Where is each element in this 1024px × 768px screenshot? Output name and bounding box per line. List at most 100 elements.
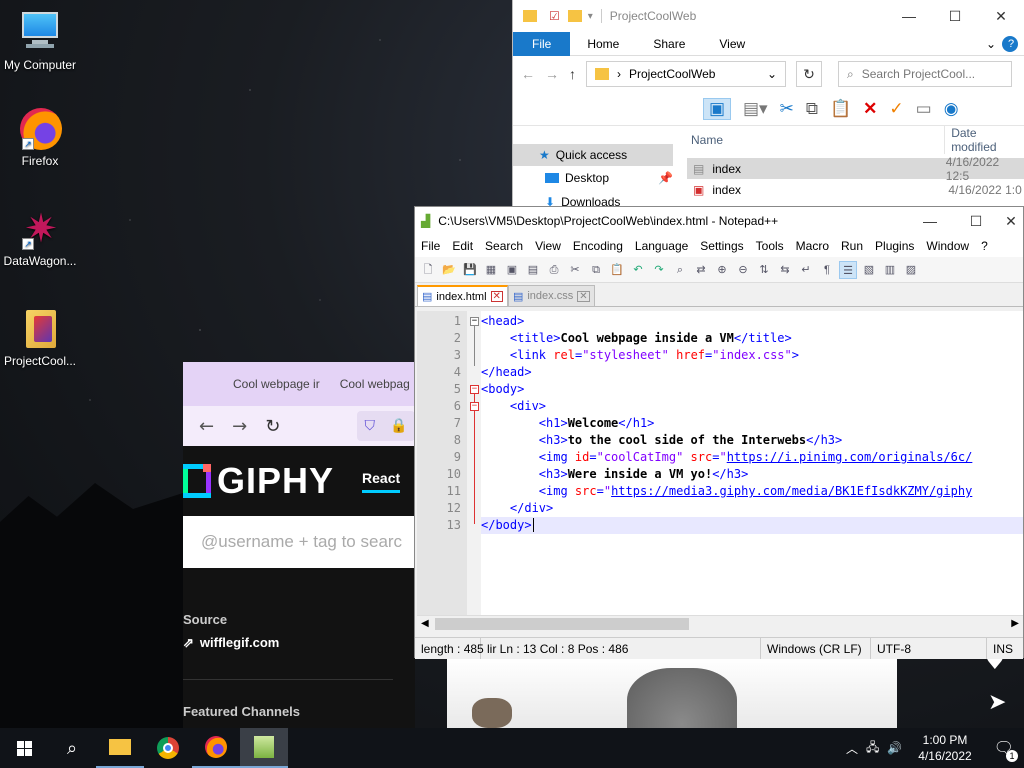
minimize-button[interactable]: — xyxy=(886,8,932,24)
network-icon[interactable]: 🖧 xyxy=(866,738,879,759)
help-icon[interactable]: ? xyxy=(1002,35,1018,52)
scrollbar-thumb[interactable] xyxy=(435,618,689,630)
menu-language[interactable]: Language xyxy=(629,239,694,253)
horizontal-scrollbar[interactable]: ◀ ▶ xyxy=(417,615,1023,631)
ribbon-tab-share[interactable]: Share xyxy=(636,37,702,51)
menu-settings[interactable]: Settings xyxy=(694,239,749,253)
taskbar-notepadpp[interactable] xyxy=(240,728,288,768)
check-icon[interactable]: ✓ xyxy=(889,99,903,119)
find-icon[interactable]: ⌕ xyxy=(671,261,689,279)
giphy-search-input[interactable]: @username + tag to searc xyxy=(183,516,415,568)
close-tab-icon[interactable]: ✕ xyxy=(577,290,590,302)
ribbon-expand-icon[interactable]: ⌄ xyxy=(980,37,1002,51)
doc-map-icon[interactable]: ▧ xyxy=(860,261,878,279)
notification-center-button[interactable]: 🗨 1 xyxy=(994,738,1018,762)
menu-encoding[interactable]: Encoding xyxy=(567,239,629,253)
taskbar-chrome[interactable] xyxy=(144,728,192,768)
file-row[interactable]: ▣ index 4/16/2022 1:0 xyxy=(687,179,1024,200)
close-file-icon[interactable]: ▣ xyxy=(503,261,521,279)
cut-icon[interactable]: ✂ xyxy=(566,261,584,279)
undo-icon[interactable]: ↶ xyxy=(629,261,647,279)
fold-toggle-icon[interactable]: − xyxy=(470,385,479,394)
forward-icon[interactable]: → xyxy=(232,416,247,437)
up-icon[interactable]: ↑ xyxy=(569,66,576,82)
explorer-search-input[interactable]: ⌕ Search ProjectCool... xyxy=(838,61,1012,87)
ribbon-tab-home[interactable]: Home xyxy=(570,37,636,51)
close-all-icon[interactable]: ▤ xyxy=(524,261,542,279)
giphy-nav-react[interactable]: React xyxy=(362,470,401,493)
globe-icon[interactable]: ◉ xyxy=(944,99,959,119)
start-button[interactable] xyxy=(0,728,48,768)
menu-help[interactable]: ? xyxy=(975,239,994,253)
new-folder-icon[interactable] xyxy=(567,10,582,22)
giphy-logo[interactable]: GIPHY xyxy=(183,460,334,502)
forward-icon[interactable]: → xyxy=(545,66,559,82)
paste-icon[interactable]: 📋 xyxy=(608,261,626,279)
sync-v-icon[interactable]: ⇅ xyxy=(755,261,773,279)
column-date[interactable]: Date modified xyxy=(944,126,1024,154)
search-button[interactable]: ⌕ xyxy=(48,728,96,768)
menu-tools[interactable]: Tools xyxy=(750,239,790,253)
desktop-icon-my-computer[interactable]: My Computer xyxy=(0,10,80,72)
close-button[interactable]: ✕ xyxy=(999,213,1023,230)
back-icon[interactable]: ← xyxy=(521,66,535,82)
nav-item-desktop[interactable]: Desktop 📌 xyxy=(513,166,673,190)
menu-edit[interactable]: Edit xyxy=(446,239,479,253)
save-icon[interactable]: 💾 xyxy=(461,261,479,279)
maximize-button[interactable]: ☐ xyxy=(932,8,978,25)
tab-index-css[interactable]: ▤ index.css ✕ xyxy=(507,285,595,306)
ribbon-tab-view[interactable]: View xyxy=(702,37,762,51)
file-row[interactable]: ▤ index 4/16/2022 12:5 xyxy=(687,155,1024,183)
menu-view[interactable]: View xyxy=(529,239,567,253)
zoom-out-icon[interactable]: ⊖ xyxy=(734,261,752,279)
firefox-tab[interactable]: Cool webpag xyxy=(340,377,410,391)
chevron-down-icon[interactable]: ⌄ xyxy=(767,67,777,81)
source-link[interactable]: ⇗ wifflegif.com xyxy=(183,635,415,651)
nav-item-quick-access[interactable]: ★ Quick access xyxy=(513,144,673,166)
fold-toggle-icon[interactable]: − xyxy=(470,402,479,411)
menu-file[interactable]: File xyxy=(415,239,446,253)
function-list-icon[interactable]: ▥ xyxy=(881,261,899,279)
sync-h-icon[interactable]: ⇆ xyxy=(776,261,794,279)
minimize-button[interactable]: — xyxy=(907,213,953,229)
address-bar[interactable]: › ProjectCoolWeb ⌄ xyxy=(586,61,786,87)
taskbar-file-explorer[interactable] xyxy=(96,728,144,768)
print-icon[interactable]: ⎙ xyxy=(545,261,563,279)
volume-icon[interactable]: 🔊 xyxy=(887,741,902,755)
rename-icon[interactable]: ▭ xyxy=(916,99,932,119)
open-file-icon[interactable]: 📂 xyxy=(440,261,458,279)
paste-icon[interactable]: 📋 xyxy=(830,99,851,119)
menu-search[interactable]: Search xyxy=(479,239,529,253)
layout-icon[interactable]: ▤▾ xyxy=(743,99,768,119)
pane-icon[interactable]: ▣ xyxy=(703,97,731,120)
fold-toggle-icon[interactable]: − xyxy=(470,317,479,326)
close-tab-icon[interactable]: ✕ xyxy=(490,291,503,302)
back-icon[interactable]: ← xyxy=(199,416,214,437)
properties-icon[interactable]: ☑ xyxy=(549,9,560,23)
maximize-button[interactable]: ☐ xyxy=(953,213,999,230)
send-icon[interactable]: ➤ xyxy=(988,690,1006,715)
column-name[interactable]: Name xyxy=(689,133,944,147)
taskbar-firefox[interactable] xyxy=(192,728,240,768)
close-button[interactable]: ✕ xyxy=(978,8,1024,25)
folder-workspace-icon[interactable]: ▨ xyxy=(902,261,920,279)
clock[interactable]: 1:00 PM 4/16/2022 xyxy=(918,732,971,764)
desktop-icon-datawagon[interactable]: ✷ ↗ DataWagon... xyxy=(0,206,80,268)
code-editor[interactable]: 1 2 3 4 5 6 7 8 9 10 11 12 13 − − − <head> <title>Co… xyxy=(417,311,1023,615)
refresh-icon[interactable]: ↻ xyxy=(796,61,822,87)
firefox-tab[interactable]: Cool webpage ir xyxy=(233,377,320,391)
replace-icon[interactable]: ⇄ xyxy=(692,261,710,279)
menu-run[interactable]: Run xyxy=(835,239,869,253)
copy-icon[interactable]: ⧉ xyxy=(806,99,818,119)
tab-index-html[interactable]: ▤ index.html ✕ xyxy=(417,285,508,306)
chevron-up-icon[interactable]: ︿ xyxy=(846,740,858,757)
menu-plugins[interactable]: Plugins xyxy=(869,239,920,253)
menu-window[interactable]: Window xyxy=(920,239,975,253)
desktop-icon-firefox[interactable]: ↗ Firefox xyxy=(0,106,80,168)
scroll-right-icon[interactable]: ▶ xyxy=(1011,616,1019,632)
wrap-icon[interactable]: ↵ xyxy=(797,261,815,279)
cut-icon[interactable]: ✂ xyxy=(780,99,794,119)
quick-access-dropdown-icon[interactable]: ▾ xyxy=(588,11,593,22)
menu-macro[interactable]: Macro xyxy=(790,239,835,253)
zoom-in-icon[interactable]: ⊕ xyxy=(713,261,731,279)
